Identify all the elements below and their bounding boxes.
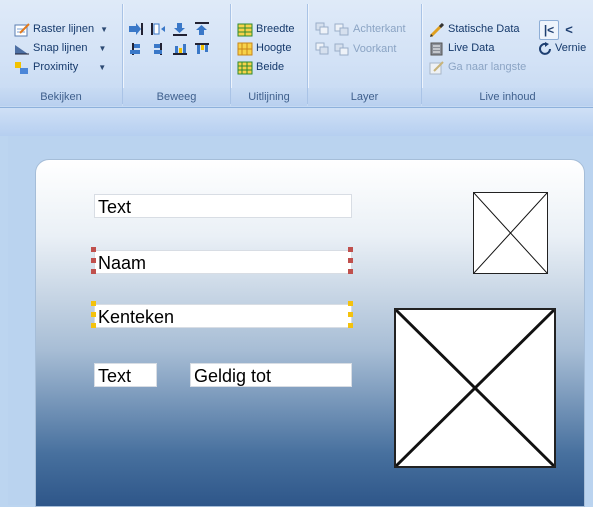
ga-naar-langste-button[interactable]: Ga naar langste (429, 58, 526, 77)
bring-front-icon (315, 42, 329, 55)
align-top-button[interactable] (193, 40, 211, 58)
resize-handle[interactable] (348, 247, 353, 252)
chevron-down-icon[interactable]: ▼ (98, 39, 106, 58)
snap-lines-icon (14, 42, 30, 56)
geldig-tot-field[interactable]: Geldig tot (190, 363, 352, 387)
group-live-inhoud: Statische Data |< < Live Data Vernie Ga … (422, 0, 593, 107)
resize-handle[interactable] (348, 258, 353, 263)
resize-handle[interactable] (91, 269, 96, 274)
table-both-icon (237, 61, 253, 75)
align-top-icon (195, 43, 209, 54)
resize-handle[interactable] (348, 312, 353, 317)
send-to-back-icon (334, 23, 350, 37)
image-placeholder-small[interactable] (473, 192, 548, 274)
ribbon: Raster lijnen ▼ Snap lijnen ▼ Proximity … (0, 0, 593, 108)
kenteken-field[interactable]: Kenteken (94, 304, 352, 328)
breedte-label: Breedte (256, 23, 295, 35)
arrow-down-bar-icon (173, 23, 187, 36)
group-label-beweeg: Beweeg (123, 88, 230, 106)
beide-label: Beide (256, 61, 285, 73)
proximity-icon (14, 61, 30, 75)
table-width-icon (237, 23, 253, 37)
resize-handle[interactable] (91, 323, 96, 328)
ribbon-underbar (0, 108, 593, 136)
send-back-icon (315, 22, 329, 35)
image-placeholder-icon (474, 193, 547, 273)
move-down-button[interactable] (171, 20, 189, 38)
proximity-button[interactable]: Proximity ▼ (14, 58, 106, 77)
grid-edit-icon (14, 22, 30, 37)
resize-handle[interactable] (348, 269, 353, 274)
arrow-right-bar-icon (129, 23, 143, 35)
refresh-icon (538, 41, 554, 56)
text-field-bottom[interactable]: Text (94, 363, 157, 387)
hoogte-label: Hoogte (256, 42, 292, 54)
voorkant-label: Voorkant (353, 43, 397, 55)
achterkant-label: Achterkant (353, 23, 406, 35)
layer-back-small-button[interactable] (313, 20, 331, 38)
group-uitlijning: Breedte Hoogte Beide Uitlijning (231, 0, 307, 107)
snap-lijnen-label: Snap lijnen (33, 42, 88, 54)
align-right-button[interactable] (149, 40, 167, 58)
resize-handle[interactable] (348, 301, 353, 306)
image-placeholder-large[interactable] (394, 308, 556, 468)
move-up-button[interactable] (193, 20, 211, 38)
pencil-icon (429, 22, 445, 37)
image-placeholder-icon (396, 310, 554, 466)
align-right-icon (154, 43, 162, 55)
vernieuw-label: Vernie (555, 42, 587, 54)
proximity-label: Proximity (33, 61, 79, 73)
database-icon (429, 42, 445, 56)
naam-field[interactable]: Naam (94, 250, 352, 274)
previous-record-button[interactable]: < (560, 20, 578, 38)
breedte-button[interactable]: Breedte (237, 20, 295, 39)
voorkant-button[interactable]: Voorkant (334, 40, 396, 59)
align-bottom-icon (173, 44, 187, 55)
align-left-icon (130, 43, 140, 55)
resize-handle[interactable] (91, 301, 96, 306)
align-bottom-button[interactable] (171, 40, 189, 58)
arrow-left-bar-icon (151, 23, 165, 35)
hoogte-button[interactable]: Hoogte (237, 39, 291, 58)
beide-button[interactable]: Beide (237, 58, 284, 77)
group-beweeg: Beweeg (123, 0, 230, 107)
resize-handle[interactable] (91, 247, 96, 252)
live-data-button[interactable]: Live Data (429, 39, 494, 58)
group-label-live-inhoud: Live inhoud (422, 88, 593, 106)
card-template[interactable]: Text Naam Kenteken Text Geldig tot (35, 159, 585, 507)
move-right-edge-button[interactable] (127, 20, 145, 38)
arrow-up-bar-icon (195, 22, 209, 35)
live-data-label: Live Data (448, 42, 495, 54)
chevron-down-icon[interactable]: ▼ (98, 58, 106, 77)
move-left-edge-button[interactable] (149, 20, 167, 38)
edit-disabled-icon (429, 60, 445, 75)
bring-to-front-icon (334, 43, 350, 57)
group-layer: Achterkant Voorkant Layer (308, 0, 421, 107)
first-icon: |< (543, 23, 555, 37)
group-bekijken: Raster lijnen ▼ Snap lijnen ▼ Proximity … (0, 0, 122, 107)
group-label-uitlijning: Uitlijning (231, 88, 307, 106)
resize-handle[interactable] (91, 312, 96, 317)
text-field-top[interactable]: Text (94, 194, 352, 218)
snap-lijnen-button[interactable]: Snap lijnen ▼ (14, 39, 106, 58)
align-left-button[interactable] (127, 40, 145, 58)
layer-front-small-button[interactable] (313, 40, 331, 58)
group-label-layer: Layer (308, 88, 421, 106)
raster-lijnen-button[interactable]: Raster lijnen ▼ (14, 20, 108, 39)
achterkant-button[interactable]: Achterkant (334, 20, 406, 39)
previous-icon: < (565, 21, 573, 37)
group-label-bekijken: Bekijken (0, 88, 122, 106)
vernieuw-button[interactable]: Vernie (538, 39, 586, 58)
resize-handle[interactable] (348, 323, 353, 328)
first-record-button[interactable]: |< (539, 20, 559, 40)
resize-handle[interactable] (91, 258, 96, 263)
ga-naar-langste-label: Ga naar langste (448, 61, 527, 73)
statische-data-label: Statische Data (448, 23, 520, 35)
statische-data-button[interactable]: Statische Data (429, 20, 520, 39)
raster-lijnen-label: Raster lijnen (33, 23, 95, 35)
table-height-icon (237, 42, 253, 56)
chevron-down-icon[interactable]: ▼ (100, 20, 108, 39)
